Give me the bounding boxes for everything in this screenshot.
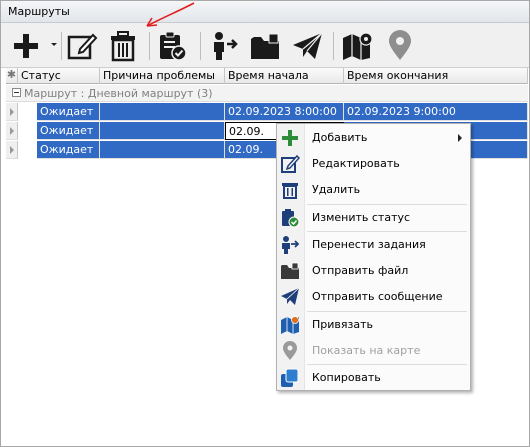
submenu-arrow-icon	[458, 134, 462, 142]
menu-item-label: Перенести задания	[312, 238, 426, 251]
clipboard-check-icon	[282, 209, 300, 228]
menu-item-edit[interactable]: Редактировать	[277, 151, 470, 177]
menu-item-label: Отправить сообщение	[312, 290, 443, 303]
toolbar-separator	[61, 32, 62, 60]
routes-window: Маршруты ✱ Статус Причина проблемы Время…	[0, 0, 530, 447]
menu-item-label: Изменить статус	[312, 211, 411, 224]
menu-item-label: Удалить	[312, 183, 361, 196]
send-message-button[interactable]	[289, 27, 327, 65]
toolbar-separator	[149, 32, 150, 60]
status-cell[interactable]: Ожидает	[37, 141, 100, 159]
map-pin-icon	[389, 30, 411, 60]
send-file-button[interactable]	[247, 27, 285, 65]
paper-plane-icon	[281, 287, 300, 305]
copy-icon	[281, 368, 299, 387]
transfer-button[interactable]	[206, 27, 244, 65]
collapse-icon[interactable]	[12, 88, 21, 97]
show-on-map-button[interactable]	[381, 27, 419, 65]
column-header-end[interactable]: Время окончания	[344, 68, 528, 84]
plus-icon	[14, 34, 38, 58]
paper-plane-icon	[293, 32, 323, 59]
column-header-status[interactable]: Статус	[18, 68, 100, 84]
plus-icon	[282, 130, 298, 146]
trash-icon	[111, 31, 135, 62]
map-pin-icon	[283, 341, 297, 360]
window-titlebar: Маршруты	[1, 1, 529, 23]
menu-item-bind[interactable]: Привязать	[277, 312, 470, 338]
end-cell[interactable]: 02.09.2023 9:00:00	[344, 103, 528, 121]
menu-item-delete[interactable]: Удалить	[277, 177, 470, 203]
row-selector[interactable]	[6, 103, 18, 121]
person-arrow-icon	[282, 236, 300, 254]
context-menu: Добавить Редактировать Удалить Изменить …	[276, 123, 471, 391]
group-label: Маршрут : Дневной маршрут (3)	[24, 87, 213, 100]
toolbar-separator	[333, 32, 334, 60]
menu-item-add[interactable]: Добавить	[277, 125, 470, 151]
menu-item-label: Отправить файл	[312, 264, 409, 277]
folder-icon	[251, 33, 279, 59]
menu-item-label: Копировать	[312, 371, 381, 384]
row-selector[interactable]	[6, 141, 18, 159]
status-cell[interactable]: Ожидает	[37, 103, 100, 121]
edit-icon	[281, 154, 300, 173]
bind-button[interactable]	[339, 27, 377, 65]
toolbar-separator	[200, 32, 201, 60]
add-dropdown-arrow[interactable]	[51, 43, 57, 46]
status-cell[interactable]: Ожидает	[37, 122, 100, 140]
delete-button[interactable]	[104, 27, 142, 65]
map-icon	[343, 32, 373, 60]
menu-item-send-file[interactable]: Отправить файл	[277, 258, 470, 284]
menu-item-label: Показать на карте	[312, 344, 421, 357]
column-header-start[interactable]: Время начала	[225, 68, 344, 84]
menu-item-label: Добавить	[312, 131, 368, 144]
edit-icon	[67, 33, 98, 60]
map-icon	[281, 316, 299, 334]
toolbar	[1, 2, 529, 68]
trash-icon	[282, 183, 298, 199]
column-header-reason[interactable]: Причина проблемы	[100, 68, 225, 84]
person-arrow-icon	[214, 32, 238, 60]
add-button[interactable]	[7, 27, 45, 65]
start-cell[interactable]: 02.09.2023 8:00:00	[225, 103, 344, 121]
reason-cell[interactable]	[100, 141, 225, 159]
grid-header: ✱ Статус Причина проблемы Время начала В…	[6, 68, 528, 84]
menu-item-transfer[interactable]: Перенести задания	[277, 232, 470, 258]
menu-item-show-on-map: Показать на карте	[277, 338, 470, 364]
reason-cell[interactable]	[100, 122, 225, 140]
menu-item-change-status[interactable]: Изменить статус	[277, 205, 470, 231]
folder-icon	[281, 262, 299, 279]
menu-item-send-message[interactable]: Отправить сообщение	[277, 284, 470, 310]
row-selector[interactable]	[6, 122, 18, 140]
group-row[interactable]: Маршрут : Дневной маршрут (3)	[6, 85, 528, 102]
change-status-button[interactable]	[153, 27, 191, 65]
edit-button[interactable]	[63, 27, 101, 65]
row-selector-header[interactable]: ✱	[6, 68, 18, 84]
menu-item-copy[interactable]: Копировать	[277, 365, 470, 391]
clipboard-check-icon	[160, 31, 187, 61]
window-title: Маршруты	[8, 5, 70, 18]
reason-cell[interactable]	[100, 103, 225, 121]
menu-item-label: Редактировать	[312, 157, 400, 170]
table-row[interactable]: Ожидает 02.09.2023 8:00:00 02.09.2023 9:…	[6, 103, 528, 121]
menu-item-label: Привязать	[312, 318, 373, 331]
